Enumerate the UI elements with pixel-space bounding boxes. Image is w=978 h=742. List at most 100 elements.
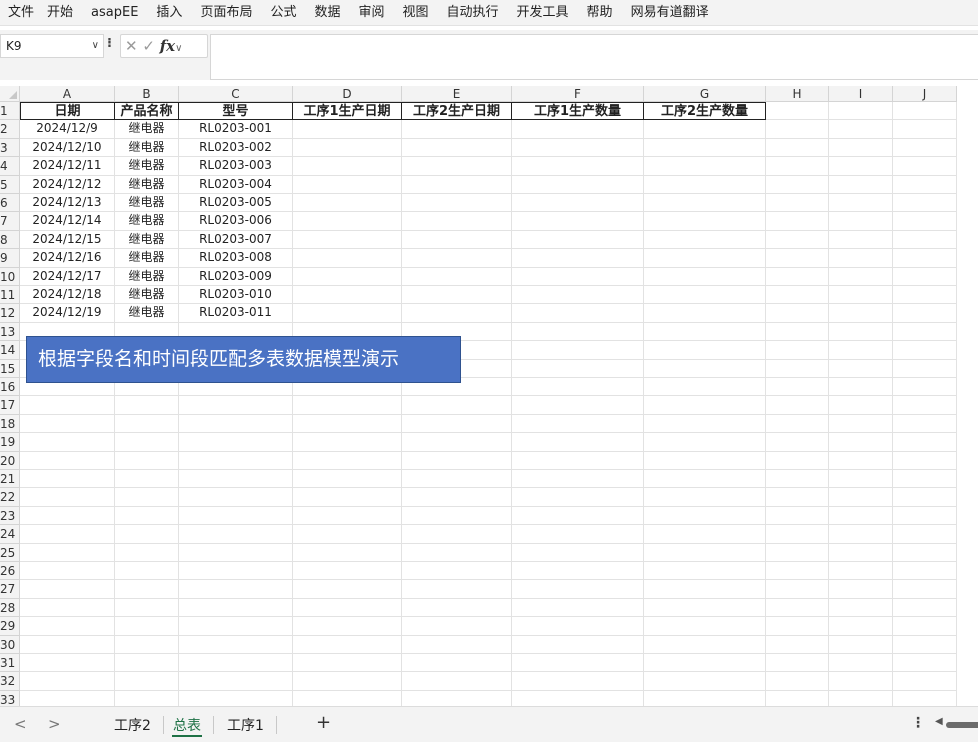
grid-cell[interactable] <box>893 654 957 673</box>
column-header-d[interactable]: D <box>293 86 402 102</box>
grid-cell[interactable] <box>766 341 829 360</box>
grid-cell[interactable] <box>512 690 644 706</box>
grid-cell[interactable] <box>893 414 957 434</box>
row-header-1[interactable]: 1 <box>0 102 20 121</box>
grid-cell[interactable] <box>893 286 957 305</box>
grid-cell[interactable] <box>893 322 957 342</box>
grid-cell[interactable] <box>402 451 512 470</box>
grid-cell[interactable] <box>644 322 766 342</box>
grid-cell[interactable] <box>644 451 766 470</box>
grid-cell[interactable] <box>293 249 402 268</box>
enter-icon[interactable]: ✓ <box>142 37 155 55</box>
table-cell[interactable]: 2024/12/10 <box>20 138 115 158</box>
grid-cell[interactable] <box>766 488 829 507</box>
grid-cell[interactable] <box>644 304 766 323</box>
row-header-19[interactable]: 19 <box>0 433 20 452</box>
grid-cell[interactable] <box>179 672 293 691</box>
grid-cell[interactable] <box>115 690 179 706</box>
table-cell[interactable]: RL0203-010 <box>179 286 293 305</box>
grid-cell[interactable] <box>829 451 893 470</box>
menu-developer[interactable]: 开发工具 <box>517 2 569 24</box>
grid-cell[interactable] <box>20 525 115 544</box>
table-cell[interactable]: 继电器 <box>115 212 179 231</box>
next-sheet-icon[interactable]: > <box>48 715 61 733</box>
grid-cell[interactable] <box>512 414 644 434</box>
row-header-25[interactable]: 25 <box>0 543 20 562</box>
sheet-tab-process2[interactable]: 工序2 <box>114 715 151 735</box>
column-header-i[interactable]: I <box>829 86 893 102</box>
grid-cell[interactable] <box>20 470 115 489</box>
grid-cell[interactable] <box>512 341 644 360</box>
row-header-9[interactable]: 9 <box>0 249 20 268</box>
grid-cell[interactable] <box>766 267 829 286</box>
grid-cell[interactable] <box>20 617 115 636</box>
grid-cell[interactable] <box>644 359 766 378</box>
row-header-2[interactable]: 2 <box>0 120 20 139</box>
table-cell[interactable]: 2024/12/14 <box>20 212 115 231</box>
grid-cell[interactable] <box>893 175 957 194</box>
menu-insert[interactable]: 插入 <box>156 2 182 24</box>
grid-cell[interactable] <box>893 525 957 544</box>
chevron-down-icon[interactable]: ∨ <box>92 35 99 57</box>
name-box[interactable]: K9 ∨ <box>0 34 104 58</box>
table-cell[interactable]: 继电器 <box>115 286 179 305</box>
grid-cell[interactable] <box>402 598 512 618</box>
formula-bar-options-icon[interactable]: ⁝ <box>107 36 112 51</box>
row-header-22[interactable]: 22 <box>0 488 20 507</box>
grid-cell[interactable] <box>293 470 402 489</box>
grid-cell[interactable] <box>644 212 766 231</box>
cancel-icon[interactable]: ✕ <box>125 37 138 55</box>
grid-cell[interactable] <box>766 580 829 599</box>
grid-cell[interactable] <box>893 120 957 139</box>
menu-asapee[interactable]: asapEE <box>91 2 138 24</box>
grid-cell[interactable] <box>893 249 957 268</box>
column-header-f[interactable]: F <box>512 86 644 102</box>
menu-page-layout[interactable]: 页面布局 <box>200 2 252 24</box>
row-header-27[interactable]: 27 <box>0 580 20 599</box>
grid-cell[interactable] <box>766 672 829 691</box>
table-cell[interactable]: 继电器 <box>115 194 179 213</box>
grid-cell[interactable] <box>512 580 644 599</box>
grid-cell[interactable] <box>512 120 644 139</box>
table-cell[interactable]: RL0203-006 <box>179 212 293 231</box>
grid-cell[interactable] <box>293 543 402 562</box>
menu-file[interactable]: 文件 <box>8 2 34 24</box>
grid-cell[interactable] <box>829 598 893 618</box>
grid-cell[interactable] <box>402 543 512 562</box>
grid-cell[interactable] <box>512 175 644 194</box>
grid-cell[interactable] <box>402 194 512 213</box>
row-header-7[interactable]: 7 <box>0 212 20 231</box>
grid-cell[interactable] <box>512 506 644 526</box>
grid-cell[interactable] <box>115 654 179 673</box>
grid-cell[interactable] <box>512 451 644 470</box>
grid-cell[interactable] <box>115 580 179 599</box>
grid-cell[interactable] <box>293 562 402 581</box>
grid-cell[interactable] <box>179 525 293 544</box>
grid-cell[interactable] <box>644 598 766 618</box>
grid-cell[interactable] <box>644 120 766 139</box>
scroll-left-icon[interactable]: ◀ <box>935 716 943 727</box>
grid-cell[interactable] <box>766 617 829 636</box>
grid-cell[interactable] <box>644 396 766 415</box>
grid-cell[interactable] <box>512 359 644 378</box>
grid-cell[interactable] <box>20 654 115 673</box>
grid-cell[interactable] <box>766 506 829 526</box>
grid-cell[interactable] <box>293 230 402 250</box>
grid-cell[interactable] <box>644 230 766 250</box>
table-header-cell[interactable]: 产品名称 <box>115 102 179 121</box>
column-header-c[interactable]: C <box>179 86 293 102</box>
grid-cell[interactable] <box>893 562 957 581</box>
table-header-cell[interactable]: 工序1生产日期 <box>293 102 402 121</box>
grid-cell[interactable] <box>293 654 402 673</box>
row-header-17[interactable]: 17 <box>0 396 20 415</box>
table-header-cell[interactable]: 工序2生产数量 <box>644 102 766 121</box>
grid-cell[interactable] <box>115 598 179 618</box>
grid-cell[interactable] <box>644 525 766 544</box>
grid-cell[interactable] <box>829 138 893 158</box>
table-header-cell[interactable]: 工序1生产数量 <box>512 102 644 121</box>
grid-cell[interactable] <box>644 175 766 194</box>
grid-cell[interactable] <box>829 286 893 305</box>
grid-cell[interactable] <box>512 562 644 581</box>
grid-cell[interactable] <box>766 451 829 470</box>
grid-cell[interactable] <box>829 322 893 342</box>
